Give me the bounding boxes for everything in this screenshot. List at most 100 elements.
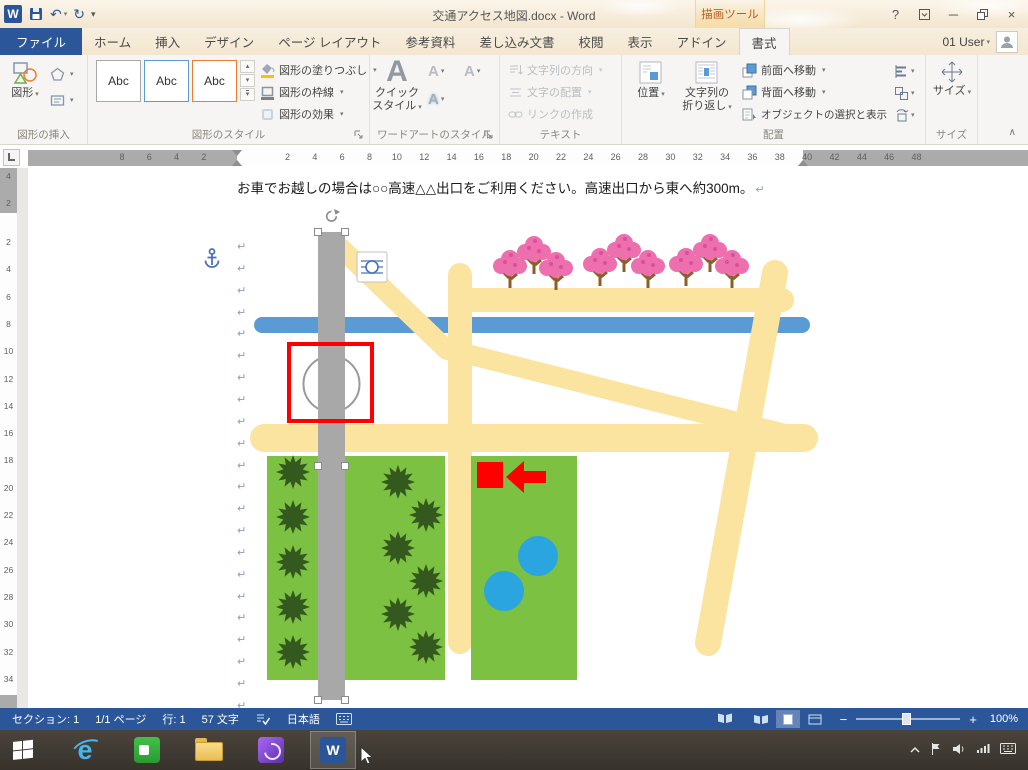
- gallery-down-button[interactable]: ▾: [240, 74, 255, 87]
- qat-customize-button[interactable]: ▾: [91, 9, 96, 20]
- status-line[interactable]: 行: 1: [154, 711, 193, 727]
- wordart-quick-styles-button[interactable]: A クイック スタイル▾: [372, 57, 422, 129]
- read-mode-button[interactable]: [749, 710, 773, 728]
- gallery-up-button[interactable]: ▴: [240, 60, 255, 73]
- cherry-trees[interactable]: [493, 234, 749, 290]
- size-button[interactable]: サイズ▾: [929, 58, 975, 128]
- shape-outline-button[interactable]: 図形の枠線▾: [260, 82, 344, 102]
- document-page[interactable]: お車でお越しの場合は○○高速△△出口をご利用ください。高速出口から東へ約300m…: [28, 168, 1028, 708]
- tab-selector-button[interactable]: [3, 149, 20, 166]
- tab-ホーム[interactable]: ホーム: [82, 28, 143, 55]
- selection-pane-button[interactable]: オブジェクトの選択と表示: [742, 104, 887, 124]
- tab-アドイン[interactable]: アドイン: [664, 28, 738, 55]
- web-layout-button[interactable]: [803, 710, 827, 728]
- position-button[interactable]: 位置▾: [628, 58, 674, 128]
- spellcheck-icon[interactable]: [247, 713, 279, 725]
- shape-fill-button[interactable]: 図形の塗りつぶし▾: [260, 60, 377, 80]
- zoom-out-button[interactable]: −: [837, 712, 851, 727]
- dialog-launcher-icon[interactable]: [354, 129, 366, 141]
- rotate-objects-button[interactable]: ▾: [894, 103, 915, 127]
- bring-forward-button[interactable]: 前面へ移動▾: [742, 60, 826, 80]
- taskbar-green-app-button[interactable]: [124, 731, 170, 769]
- resize-handle[interactable]: [342, 463, 349, 470]
- shape-style-preset-1[interactable]: Abc: [96, 60, 141, 102]
- close-button[interactable]: ×: [997, 0, 1026, 28]
- horizontal-ruler[interactable]: 8642246810121416182022242628303234363840…: [0, 145, 1028, 168]
- book-icon[interactable]: [717, 712, 739, 727]
- resize-handle[interactable]: [315, 697, 322, 704]
- hanging-indent-marker[interactable]: [232, 160, 242, 166]
- text-box-button[interactable]: ▾: [50, 89, 84, 111]
- volume-icon[interactable]: [952, 743, 966, 758]
- ime-status-icon[interactable]: [328, 713, 360, 725]
- repeat-button[interactable]: ↻: [73, 6, 85, 23]
- tab-参考資料[interactable]: 参考資料: [393, 28, 467, 55]
- tab-file[interactable]: ファイル: [0, 28, 82, 55]
- taskbar-ie-button[interactable]: e: [62, 731, 108, 769]
- status-char-count[interactable]: 57 文字: [194, 711, 247, 727]
- tab-差し込み文書[interactable]: 差し込み文書: [467, 28, 566, 55]
- help-button[interactable]: ?: [881, 0, 910, 28]
- first-line-indent-marker[interactable]: [232, 150, 242, 156]
- taskbar-explorer-button[interactable]: [186, 731, 232, 769]
- zoom-slider-thumb[interactable]: [902, 713, 911, 725]
- status-page[interactable]: 1/1 ページ: [87, 711, 154, 727]
- collapse-ribbon-button[interactable]: ∧: [1009, 127, 1016, 138]
- status-section[interactable]: セクション: 1: [4, 711, 87, 727]
- selected-road-shape[interactable]: [318, 232, 345, 700]
- dialog-launcher-icon[interactable]: [484, 129, 496, 141]
- start-button[interactable]: [0, 730, 46, 770]
- tab-デザイン[interactable]: デザイン: [192, 28, 266, 55]
- undo-button[interactable]: ↶▾: [50, 6, 67, 23]
- text-outline-button[interactable]: A▾: [464, 59, 480, 83]
- contextual-tab-header[interactable]: 描画ツール: [695, 0, 765, 28]
- tab-ページ レイアウト[interactable]: ページ レイアウト: [266, 28, 393, 55]
- gallery-more-button[interactable]: ▾: [240, 88, 255, 101]
- destination-square-shape[interactable]: [477, 462, 503, 488]
- blue-circle-shape[interactable]: [484, 571, 524, 611]
- send-backward-button[interactable]: 背面へ移動▾: [742, 82, 826, 102]
- tab-format[interactable]: 書式: [739, 28, 790, 55]
- text-direction-button[interactable]: 文字列の方向▾: [508, 60, 603, 80]
- taskbar-purple-app-button[interactable]: [248, 731, 294, 769]
- save-button[interactable]: [28, 6, 44, 22]
- taskbar-word-button[interactable]: W: [310, 731, 356, 769]
- resize-handle[interactable]: [342, 697, 349, 704]
- group-objects-button[interactable]: ▾: [894, 81, 915, 105]
- status-language[interactable]: 日本語: [279, 711, 328, 727]
- tab-表示[interactable]: 表示: [615, 28, 664, 55]
- wrap-text-button[interactable]: 文字列の 折り返し▾: [678, 58, 736, 132]
- zoom-in-button[interactable]: +: [966, 712, 980, 727]
- print-layout-button[interactable]: [776, 710, 800, 728]
- network-icon[interactable]: [976, 743, 990, 757]
- layout-options-button[interactable]: [357, 252, 387, 282]
- zoom-slider[interactable]: [856, 718, 960, 720]
- tab-校閲[interactable]: 校閲: [566, 28, 615, 55]
- create-link-button[interactable]: リンクの作成: [508, 104, 593, 124]
- vertical-ruler[interactable]: 42246810121416182022242628303234: [0, 168, 17, 708]
- shapes-button[interactable]: 図形▾: [4, 58, 46, 128]
- avatar[interactable]: [996, 31, 1018, 53]
- hidden-icons-button[interactable]: [910, 743, 920, 757]
- align-objects-button[interactable]: ▾: [894, 59, 915, 83]
- rotate-handle-icon[interactable]: [327, 209, 340, 221]
- text-fill-button[interactable]: A▾: [428, 59, 444, 83]
- shape-style-preset-2[interactable]: Abc: [144, 60, 189, 102]
- edit-shape-button[interactable]: ▾: [50, 63, 84, 85]
- zoom-level[interactable]: 100%: [980, 713, 1018, 725]
- shape-effects-button[interactable]: 図形の効果▾: [260, 104, 344, 124]
- touch-keyboard-icon[interactable]: [1000, 743, 1016, 757]
- action-center-flag-icon[interactable]: [930, 742, 942, 759]
- shape-style-preset-3[interactable]: Abc: [192, 60, 237, 102]
- blue-circle-shape[interactable]: [518, 536, 558, 576]
- restore-button[interactable]: [968, 0, 997, 28]
- resize-handle[interactable]: [315, 463, 322, 470]
- text-effects-button[interactable]: A▾: [428, 87, 444, 111]
- align-text-button[interactable]: 文字の配置▾: [508, 82, 592, 102]
- resize-handle[interactable]: [315, 229, 322, 236]
- minimize-button[interactable]: ─: [939, 0, 968, 28]
- ribbon-display-options-button[interactable]: [910, 0, 939, 28]
- tab-挿入[interactable]: 挿入: [143, 28, 192, 55]
- resize-handle[interactable]: [342, 229, 349, 236]
- account-button[interactable]: 01 User ▾: [942, 28, 1028, 55]
